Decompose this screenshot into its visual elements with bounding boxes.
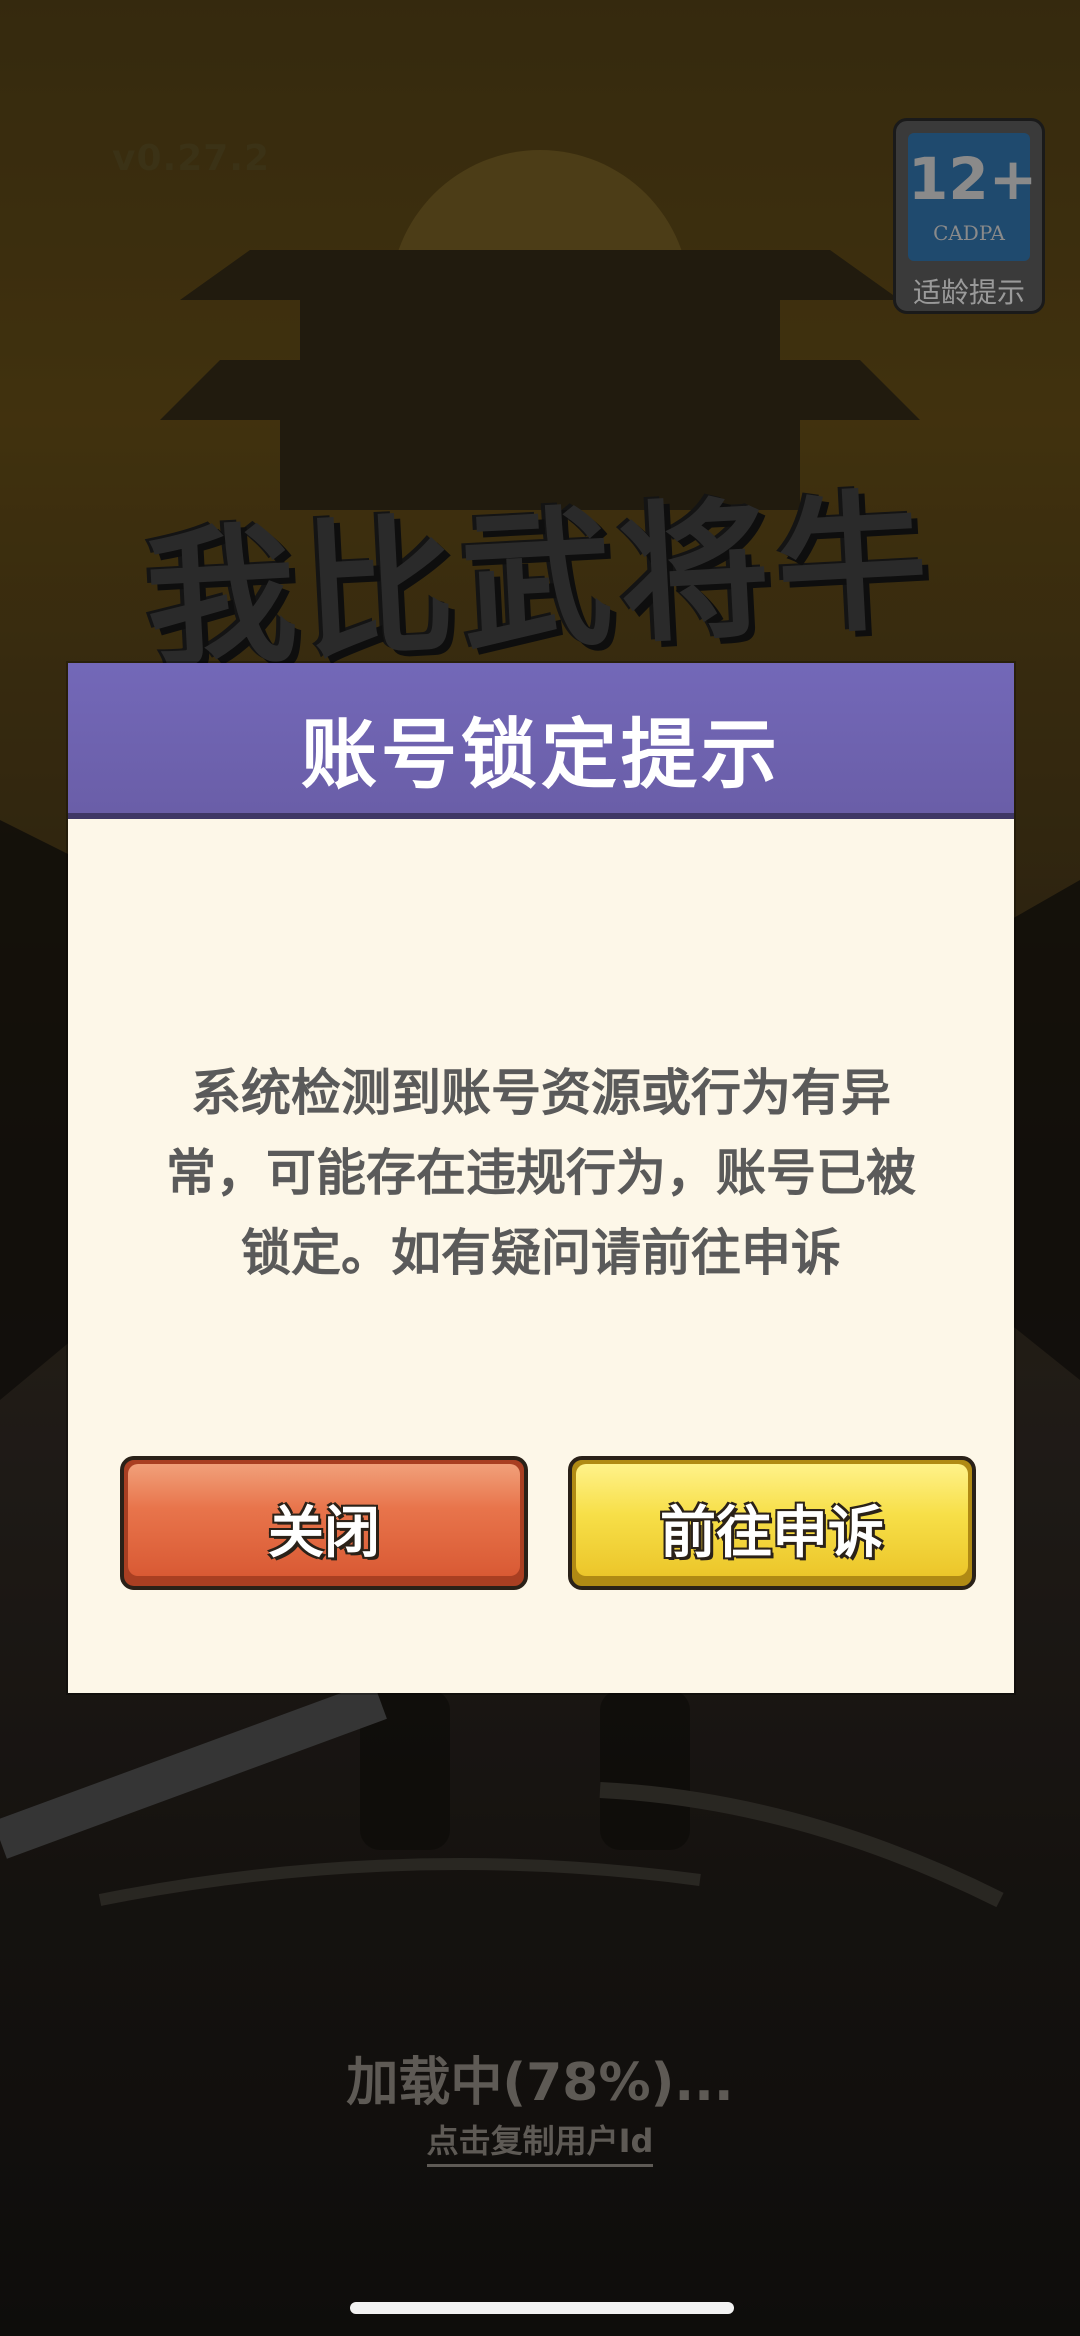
copy-user-id-link[interactable]: 点击复制用户Id <box>426 2122 654 2167</box>
account-locked-dialog: 账号锁定提示 系统检测到账号资源或行为有异常，可能存在违规行为，账号已被锁定。如… <box>68 663 1014 1693</box>
close-button[interactable]: 关闭 <box>120 1456 528 1590</box>
age-rating-badge: 12+ CADPA 适龄提示 <box>893 118 1045 314</box>
version-label: v0.27.2 <box>112 138 271 179</box>
appeal-button-label: 前往申诉 <box>660 1501 884 1566</box>
age-rating-number: 12+ <box>908 145 1038 213</box>
age-rating-panel: 12+ CADPA <box>908 133 1038 261</box>
close-button-label: 关闭 <box>268 1501 380 1566</box>
age-rating-org: CADPA <box>933 221 1005 245</box>
dialog-message: 系统检测到账号资源或行为有异常，可能存在违规行为，账号已被锁定。如有疑问请前往申… <box>166 1064 916 1282</box>
age-rating-label: 适龄提示 <box>912 276 1025 309</box>
home-indicator[interactable] <box>350 2302 734 2314</box>
dialog-header: 账号锁定提示 <box>68 663 1014 819</box>
loading-progress-text: 加载中(78%)... <box>346 2053 734 2113</box>
dialog-title: 账号锁定提示 <box>301 710 781 799</box>
game-loading-screen: 我比武将牛 v0.27.2 12+ CADPA 适龄提示 账号锁定提示 系统检测… <box>0 0 1080 2336</box>
copy-user-id-container: 点击复制用户Id <box>0 2116 1080 2167</box>
appeal-button[interactable]: 前往申诉 <box>568 1456 976 1590</box>
